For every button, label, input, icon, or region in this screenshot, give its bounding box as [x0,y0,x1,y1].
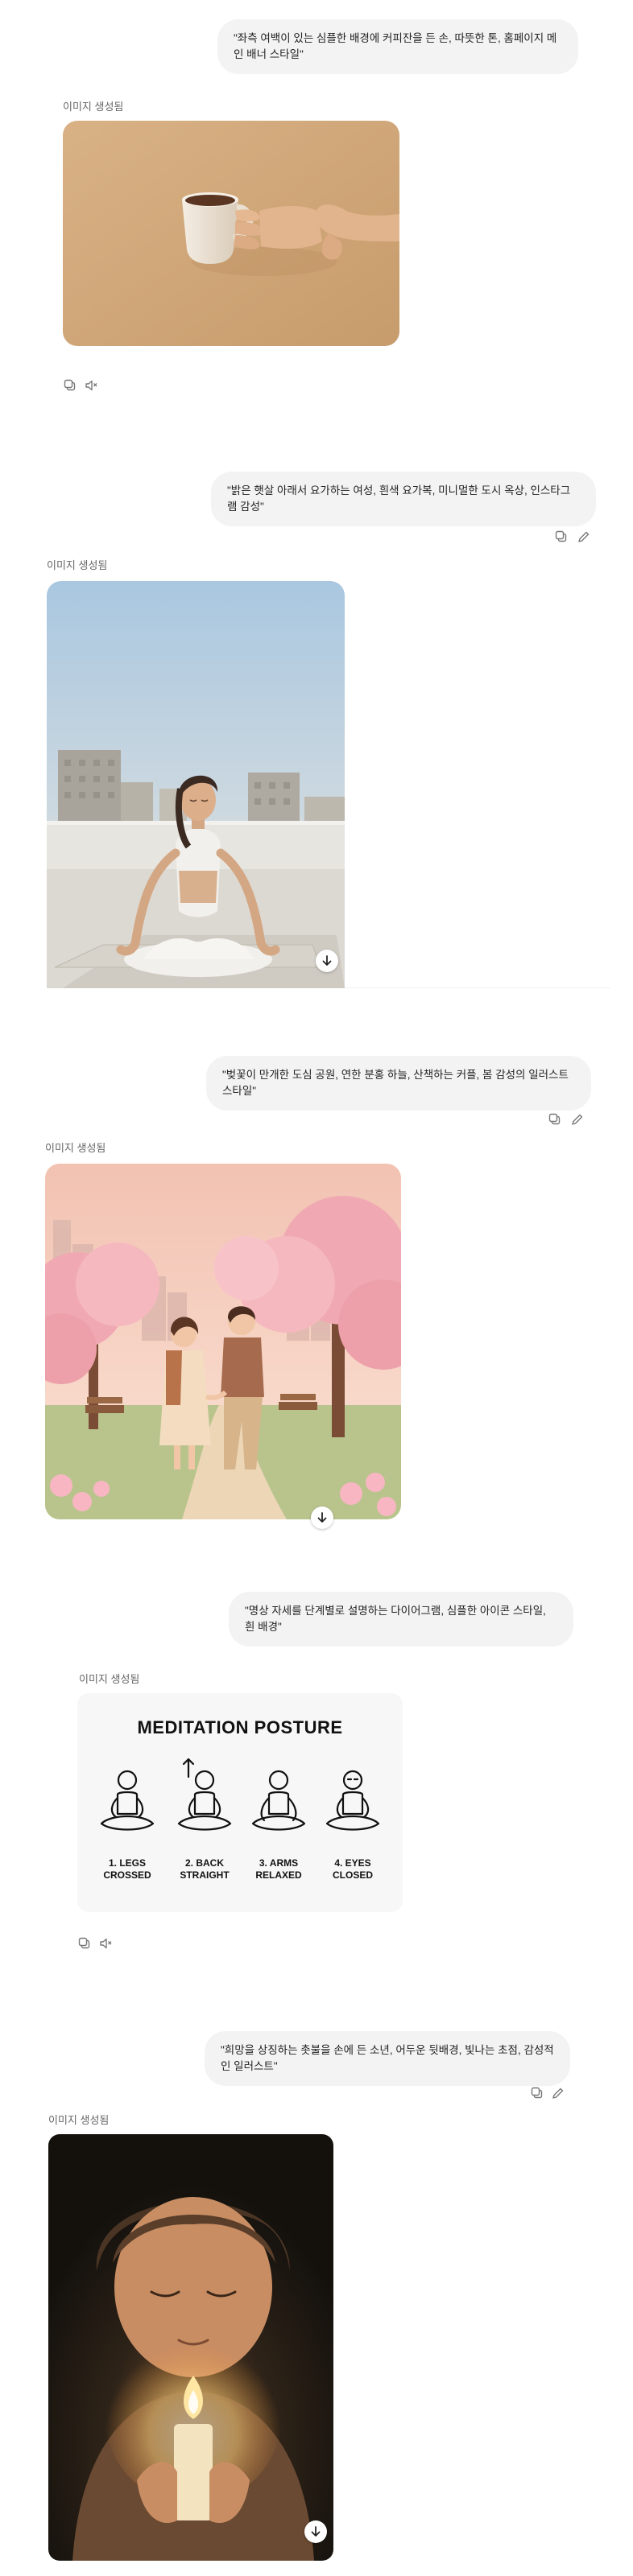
meditation-diagram[interactable]: MEDITATION POSTURE 1. LEGS CROSSED 2. BA… [77,1693,403,1912]
step-label-line: CROSSED [103,1869,151,1881]
copy-icon[interactable] [548,1112,562,1127]
copy-icon[interactable] [554,530,569,544]
step-label: 3. ARMS RELAXED [242,1857,316,1882]
download-icon[interactable] [311,1506,333,1529]
copy-icon[interactable] [530,2086,544,2100]
step-label-line: CLOSED [332,1869,373,1881]
edit-icon[interactable] [577,530,591,544]
step-label-line: RELAXED [255,1869,302,1881]
coffee-hand-illustration [63,121,399,346]
image-generated-label: 이미지 생성됨 [63,101,124,113]
user-prompt-bubble: "좌측 여백이 있는 심플한 배경에 커피잔을 든 손, 따뜻한 톤, 홈페이지… [217,19,578,74]
step-label: 1. LEGS CROSSED [90,1857,164,1882]
step-label-line: STRAIGHT [180,1869,230,1881]
generated-image-yoga[interactable] [47,581,345,988]
download-icon[interactable] [304,2520,327,2543]
user-prompt-bubble: "밝은 햇살 아래서 요가하는 여성, 흰색 요가복, 미니멀한 도시 옥상, … [211,472,596,526]
edit-icon[interactable] [570,1112,585,1127]
step-label: 4. EYES CLOSED [316,1857,390,1882]
image-generated-label: 이미지 생성됨 [45,1142,106,1154]
step-label-line: 1. LEGS [108,1857,146,1869]
generated-image-cherry-blossom[interactable] [45,1164,401,1519]
step-label: 2. BACK STRAIGHT [168,1857,242,1882]
copy-icon[interactable] [63,378,77,393]
user-prompt-text: "희망을 상징하는 촛불을 손에 든 소년, 어두운 뒷배경, 빛나는 초점, … [221,2044,554,2072]
yoga-rooftop-illustration [47,581,345,988]
step-label-line: 4. EYES [334,1857,371,1869]
speaker-icon[interactable] [98,1936,113,1951]
user-prompt-bubble: "벚꽃이 만개한 도심 공원, 연한 분홍 하늘, 산책하는 커플, 봄 감성의… [206,1056,591,1111]
cherry-blossom-park-illustration [45,1164,401,1519]
user-prompt-text: "벚꽃이 만개한 도심 공원, 연한 분홍 하늘, 산책하는 커플, 봄 감성의… [222,1069,569,1097]
candle-boy-illustration [48,2134,333,2561]
download-icon[interactable] [316,950,338,972]
image-generated-label: 이미지 생성됨 [47,559,108,571]
user-prompt-bubble: "희망을 상징하는 촛불을 손에 든 소년, 어두운 뒷배경, 빛나는 초점, … [205,2031,570,2086]
meditation-figure-icon [325,1770,380,1831]
diagram-title: MEDITATION POSTURE [137,1717,343,1737]
user-prompt-bubble: "명상 자세를 단계별로 설명하는 다이어그램, 심플한 아이콘 스타일, 흰 … [229,1592,573,1647]
meditation-figure-icon [177,1758,232,1831]
step-label-line: 2. BACK [184,1857,224,1869]
user-prompt-text: "밝은 햇살 아래서 요가하는 여성, 흰색 요가복, 미니멀한 도시 옥상, … [227,484,571,513]
meditation-figure-icon [251,1770,306,1831]
speaker-icon[interactable] [84,378,98,393]
edit-icon[interactable] [551,2086,565,2100]
generated-image-candle-boy[interactable] [48,2134,333,2561]
image-generated-label: 이미지 생성됨 [79,1673,140,1685]
image-generated-label: 이미지 생성됨 [48,2114,110,2126]
copy-icon[interactable] [77,1936,92,1951]
divider [345,987,610,988]
user-prompt-text: "좌측 여백이 있는 심플한 배경에 커피잔을 든 손, 따뜻한 톤, 홈페이지… [234,32,557,60]
meditation-figure-icon [100,1770,155,1831]
user-prompt-text: "명상 자세를 단계별로 설명하는 다이어그램, 심플한 아이콘 스타일, 흰 … [245,1605,546,1633]
step-label-line: 3. ARMS [259,1857,299,1869]
generated-image-coffee[interactable] [63,121,399,346]
